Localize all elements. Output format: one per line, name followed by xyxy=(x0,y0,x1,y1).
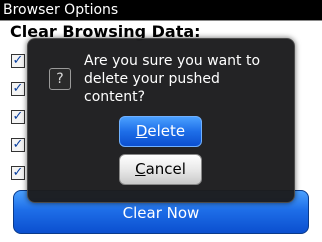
checkbox-5[interactable]: ✓ xyxy=(11,166,25,180)
cancel-button-label: Cancel xyxy=(135,160,186,178)
delete-button[interactable]: Delete xyxy=(119,116,202,147)
checkbox-1[interactable]: ✓ xyxy=(11,54,25,68)
title-bar: Browser Options xyxy=(0,0,322,20)
delete-button-label: Delete xyxy=(135,122,186,140)
dialog-message-line-2: delete your pushed xyxy=(84,71,220,87)
dialog-message-line-1: Are you sure you want to xyxy=(84,53,261,69)
checkbox-3[interactable]: ✓ xyxy=(11,110,25,124)
question-icon: ? xyxy=(49,68,71,90)
clear-now-label: Clear Now xyxy=(122,204,200,222)
checkbox-2[interactable]: ✓ xyxy=(11,82,25,96)
browser-options-screen: Browser Options Clear Browsing Data: ✓ ✓… xyxy=(0,0,322,242)
cancel-button[interactable]: Cancel xyxy=(119,154,202,185)
title-divider xyxy=(0,20,322,21)
confirm-dialog: ? Are you sure you want to delete your p… xyxy=(27,38,295,203)
checkbox-4[interactable]: ✓ xyxy=(11,138,25,152)
title-text: Browser Options xyxy=(3,2,119,18)
dialog-message: Are you sure you want to delete your pus… xyxy=(84,52,290,106)
dialog-message-line-3: content? xyxy=(84,89,146,105)
